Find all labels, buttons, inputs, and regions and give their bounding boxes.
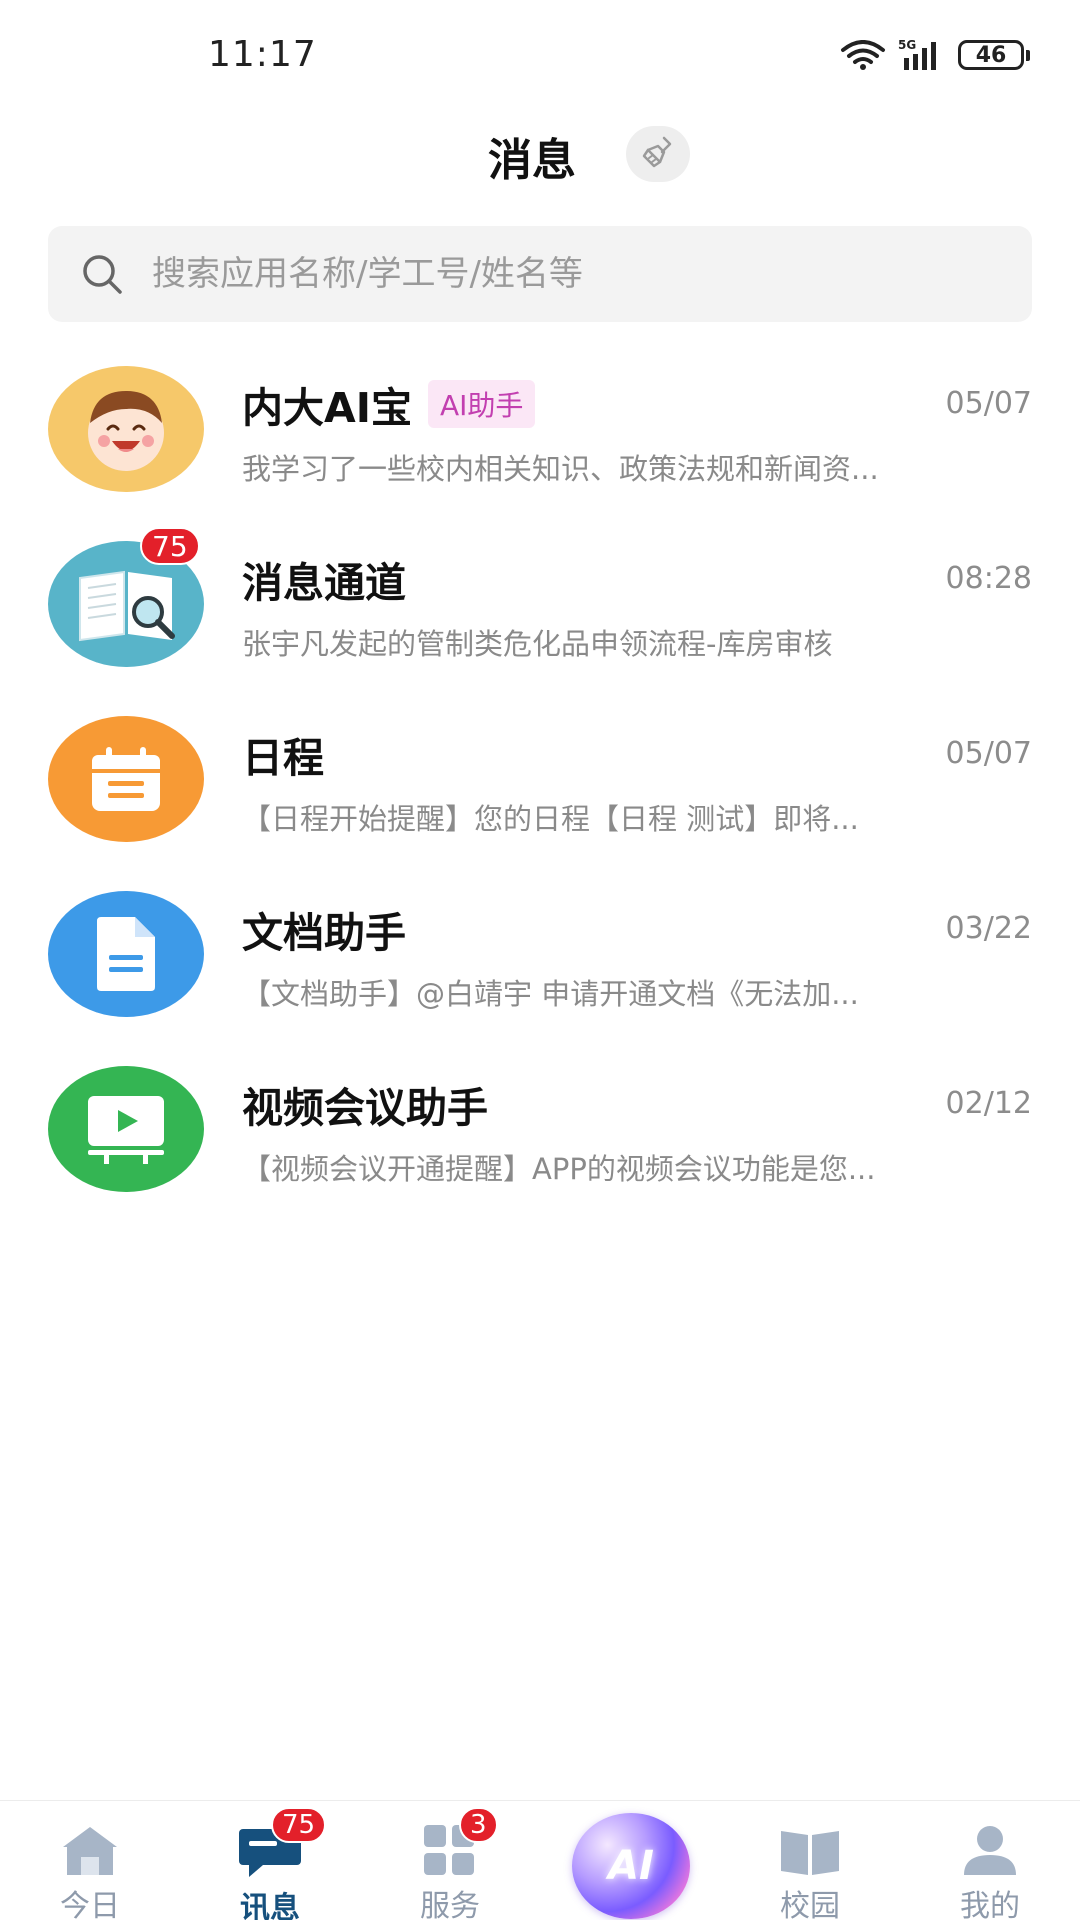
document-icon (48, 891, 204, 1017)
status-bar: 11:17 5G 46 (0, 0, 1080, 110)
nav-unread-badge: 75 (271, 1807, 327, 1843)
wifi-icon (840, 40, 886, 70)
nav-label: 我的 (960, 1889, 1020, 1920)
conversation-item-video-meeting[interactable]: 视频会议助手 02/12 【视频会议开通提醒】APP的视频会议功能是您... (0, 1052, 1080, 1227)
bottom-nav: 今日 75 讯息 3 服务 AI 校园 我的 (0, 1800, 1080, 1920)
conversation-item-doc-assistant[interactable]: 文档助手 03/22 【文档助手】@白靖宇 申请开通文档《无法加... (0, 877, 1080, 1052)
conversation-preview: 我学习了一些校内相关知识、政策法规和新闻资... (242, 452, 879, 486)
conversation-name: 日程 (242, 734, 324, 782)
battery-icon: 46 (958, 40, 1030, 70)
conversation-preview: 【文档助手】@白靖宇 申请开通文档《无法加... (242, 977, 859, 1011)
nav-label: 校园 (780, 1889, 840, 1920)
ai-orb-icon: AI (608, 1843, 654, 1889)
conversation-time: 03/22 (945, 911, 1032, 946)
signal-5g-icon: 5G (898, 38, 946, 72)
ai-orb-button[interactable]: AI (572, 1813, 690, 1919)
nav-label: 服务 (420, 1889, 480, 1920)
nav-service-badge: 3 (459, 1807, 498, 1843)
person-icon (955, 1823, 1025, 1877)
nav-label: 讯息 (240, 1891, 300, 1920)
battery-level: 46 (958, 40, 1024, 70)
conversation-preview: 张宇凡发起的管制类危化品申领流程-库房审核 (242, 627, 833, 661)
conversation-name: 消息通道 (242, 559, 406, 607)
nav-item-messages[interactable]: 75 讯息 (180, 1801, 360, 1920)
conversation-time: 08:28 (945, 561, 1032, 596)
search-icon (78, 250, 126, 298)
broom-icon (640, 134, 676, 174)
conversation-preview: 【日程开始提醒】您的日程【日程 测试】即将... (242, 802, 859, 836)
home-icon (55, 1823, 125, 1877)
grid-icon: 3 (415, 1807, 498, 1877)
clear-unread-button[interactable] (626, 126, 690, 182)
conversation-item-schedule[interactable]: 日程 05/07 【日程开始提醒】您的日程【日程 测试】即将... (0, 702, 1080, 877)
conversation-name: 视频会议助手 (242, 1084, 488, 1132)
conversation-time: 02/12 (945, 1086, 1032, 1121)
search-input[interactable] (152, 254, 972, 294)
conversation-item-ai-bao[interactable]: 内大AI宝 AI助手 05/07 我学习了一些校内相关知识、政策法规和新闻资..… (0, 352, 1080, 527)
chat-icon: 75 (235, 1807, 327, 1879)
nav-item-mine[interactable]: 我的 (900, 1801, 1080, 1920)
conversation-item-message-channel[interactable]: 75 消息通道 08:28 张宇凡发起的管制类危化品申领流程-库房审核 (0, 527, 1080, 702)
open-book-icon (775, 1823, 845, 1877)
search-bar[interactable] (48, 226, 1032, 322)
conversation-name: 文档助手 (242, 909, 406, 957)
calendar-icon (48, 716, 204, 842)
page-title: 消息 (488, 135, 576, 186)
video-screen-icon (48, 1066, 204, 1192)
header: 消息 (0, 118, 1080, 194)
smiling-face-avatar (48, 366, 204, 492)
nav-item-services[interactable]: 3 服务 (360, 1801, 540, 1920)
status-time: 11:17 (208, 34, 317, 75)
conversation-time: 05/07 (945, 736, 1032, 771)
conversation-preview: 【视频会议开通提醒】APP的视频会议功能是您... (242, 1152, 876, 1186)
ai-assistant-tag: AI助手 (428, 380, 536, 428)
nav-item-today[interactable]: 今日 (0, 1801, 180, 1920)
status-icons: 5G 46 (840, 38, 1030, 72)
conversation-time: 05/07 (945, 386, 1032, 421)
svg-text:5G: 5G (898, 38, 916, 52)
conversation-list: 内大AI宝 AI助手 05/07 我学习了一些校内相关知识、政策法规和新闻资..… (0, 352, 1080, 1227)
conversation-name: 内大AI宝 (242, 384, 412, 432)
unread-badge: 75 (140, 527, 200, 565)
nav-item-campus[interactable]: 校园 (720, 1801, 900, 1920)
nav-label: 今日 (60, 1889, 120, 1920)
